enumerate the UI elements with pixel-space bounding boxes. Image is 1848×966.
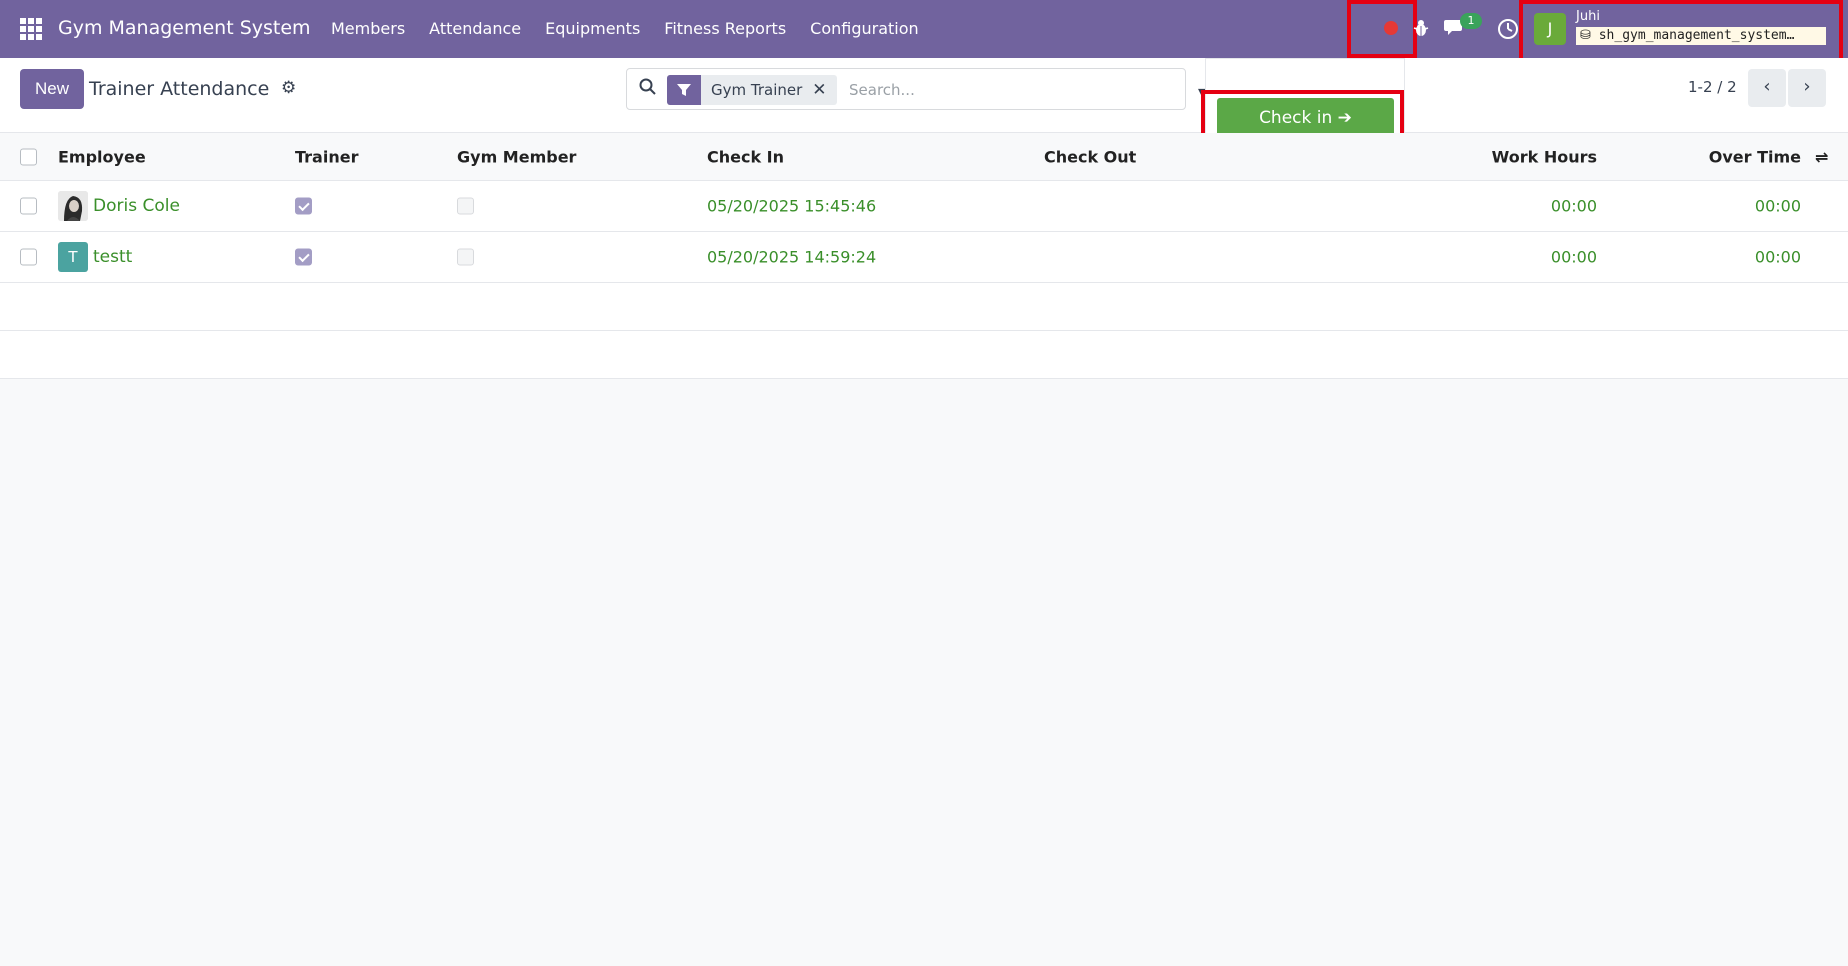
- column-header-gym-member[interactable]: Gym Member: [457, 147, 576, 166]
- column-header-check-in[interactable]: Check In: [707, 147, 784, 166]
- menu-item-attendance[interactable]: Attendance: [429, 19, 521, 38]
- table-row[interactable]: Doris Cole 05/20/2025 15:45:46 00:00 00:…: [0, 181, 1848, 232]
- empty-table-row: [0, 331, 1848, 379]
- attendance-table: Employee Trainer Gym Member Check In Che…: [0, 133, 1848, 379]
- trainer-checkbox: [295, 197, 312, 215]
- bug-icon[interactable]: [1413, 18, 1429, 38]
- user-avatar[interactable]: J: [1534, 13, 1566, 45]
- menu-item-fitness-reports[interactable]: Fitness Reports: [664, 19, 786, 38]
- highlight-box: [1347, 0, 1417, 58]
- empty-table-row: [0, 283, 1848, 331]
- user-name[interactable]: Juhi: [1576, 9, 1600, 24]
- clock-icon[interactable]: [1497, 18, 1519, 40]
- menu-item-configuration[interactable]: Configuration: [810, 19, 919, 38]
- main-menu: Members Attendance Equipments Fitness Re…: [331, 19, 943, 38]
- new-button[interactable]: New: [20, 69, 84, 109]
- column-header-trainer[interactable]: Trainer: [295, 147, 358, 166]
- select-all-checkbox[interactable]: [20, 148, 37, 165]
- column-header-check-out[interactable]: Check Out: [1044, 147, 1136, 166]
- gym-member-checkbox: [457, 197, 474, 215]
- database-icon: ⛁: [1580, 28, 1599, 43]
- page-title: Trainer Attendance: [89, 78, 270, 100]
- gear-icon[interactable]: ⚙: [281, 78, 296, 98]
- app-brand[interactable]: Gym Management System: [58, 17, 311, 39]
- menu-item-equipments[interactable]: Equipments: [545, 19, 640, 38]
- table-row[interactable]: T testt 05/20/2025 14:59:24 00:00 00:00: [0, 232, 1848, 283]
- menu-item-members[interactable]: Members: [331, 19, 405, 38]
- search-icon[interactable]: [639, 78, 657, 96]
- avatar: T: [58, 242, 88, 272]
- attendance-status-dot-icon[interactable]: [1384, 21, 1398, 35]
- facet-label: Gym Trainer: [711, 81, 803, 99]
- trainer-checkbox: [295, 248, 312, 266]
- apps-grid-icon[interactable]: [20, 18, 42, 40]
- messages-count-badge: 1: [1460, 13, 1482, 29]
- search-facet: Gym Trainer ✕: [667, 75, 837, 105]
- pager-next-button[interactable]: ›: [1788, 69, 1826, 107]
- search-bar: Gym Trainer ✕: [626, 68, 1186, 110]
- gym-member-checkbox: [457, 248, 474, 266]
- row-checkbox[interactable]: [20, 248, 37, 266]
- check-in-value: 05/20/2025 14:59:24: [707, 247, 877, 267]
- filter-icon: [667, 75, 701, 105]
- work-hours-value: 00:00: [1550, 247, 1597, 267]
- search-input[interactable]: [849, 77, 1149, 103]
- control-panel: New Trainer Attendance ⚙ Gym Trainer ✕ ▼…: [0, 58, 1848, 133]
- employee-name[interactable]: testt: [93, 247, 132, 267]
- top-navbar: Gym Management System Members Attendance…: [0, 0, 1848, 66]
- check-in-value: 05/20/2025 15:45:46: [707, 196, 877, 216]
- column-header-work-hours[interactable]: Work Hours: [1492, 147, 1597, 166]
- column-header-employee[interactable]: Employee: [58, 147, 146, 166]
- column-header-over-time[interactable]: Over Time: [1709, 147, 1801, 166]
- work-hours-value: 00:00: [1550, 196, 1597, 216]
- over-time-value: 00:00: [1754, 196, 1801, 216]
- pager-value[interactable]: 1-2 / 2: [1688, 78, 1737, 96]
- avatar: [58, 191, 88, 221]
- row-checkbox[interactable]: [20, 197, 37, 215]
- optional-columns-icon[interactable]: ⇌: [1815, 147, 1828, 166]
- pager-previous-button[interactable]: ‹: [1748, 69, 1786, 107]
- remove-facet-icon[interactable]: ✕: [812, 80, 836, 100]
- over-time-value: 00:00: [1754, 247, 1801, 267]
- employee-name[interactable]: Doris Cole: [93, 196, 180, 216]
- check-in-button[interactable]: Check in ➔: [1217, 98, 1394, 138]
- table-header: Employee Trainer Gym Member Check In Che…: [0, 133, 1848, 181]
- database-name-badge[interactable]: ⛁ sh_gym_management_system…: [1576, 27, 1826, 45]
